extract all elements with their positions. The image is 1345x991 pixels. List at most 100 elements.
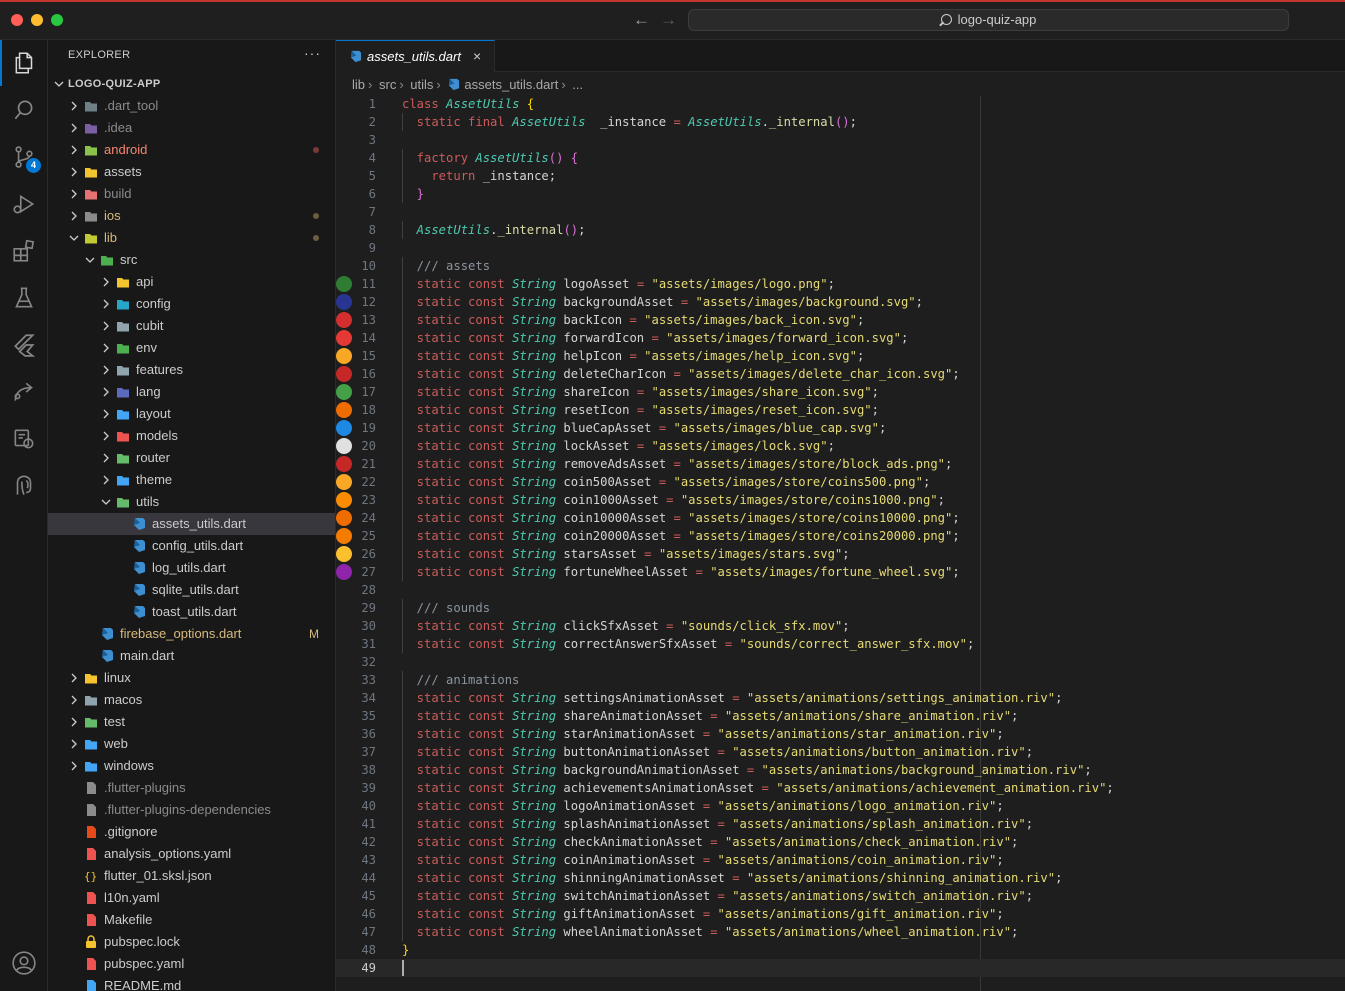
file-item[interactable]: pubspec.yaml [48,953,335,975]
folder-icon [85,674,97,684]
folder-item[interactable]: android [48,139,335,161]
line-number: 17 [361,385,376,399]
breadcrumb-file[interactable]: assets_utils.dart [464,77,558,92]
folder-icon [85,718,97,728]
folder-item[interactable]: env [48,337,335,359]
file-item[interactable]: pubspec.lock [48,931,335,953]
folder-item[interactable]: utils [48,491,335,513]
folder-item[interactable]: config [48,293,335,315]
file-item[interactable]: README.md [48,975,335,991]
chevron-right-icon [71,167,77,177]
testing-icon[interactable] [0,275,48,321]
file-item[interactable]: assets_utils.dart [48,513,335,535]
chevron-right-icon [103,453,109,463]
breadcrumb-symbol[interactable]: ... [572,77,583,92]
file-item[interactable]: log_utils.dart [48,557,335,579]
explorer-more-actions[interactable]: ··· [304,45,321,61]
command-center-search[interactable]: logo-quiz-app [688,9,1289,31]
zoom-window-button[interactable] [51,14,63,26]
file-item[interactable]: {} flutter_01.sksl.json [48,865,335,887]
source-control-icon[interactable]: 4 [0,134,48,180]
chevron-down-icon [101,499,111,505]
folder-item[interactable]: lang [48,381,335,403]
line-number: 33 [361,673,376,687]
folder-item[interactable]: layout [48,403,335,425]
folder-item[interactable]: test [48,711,335,733]
folder-item[interactable]: lib [48,227,335,249]
title-bar-accent-line [0,0,1345,2]
folder-item[interactable]: build [48,183,335,205]
folder-item[interactable]: windows [48,755,335,777]
item-label: cubit [136,318,164,333]
close-tab-icon[interactable]: × [473,48,481,64]
code-line: 30 static const String clickSfxAsset = "… [336,617,1345,635]
folder-item[interactable]: linux [48,667,335,689]
flutter-icon[interactable] [0,322,48,368]
chevron-right-icon [103,321,109,331]
code-text: static const String logoAnimationAsset =… [402,799,1004,813]
folder-item[interactable]: api [48,271,335,293]
chevron-right-icon [103,475,109,485]
breadcrumb-src[interactable]: src [379,77,396,92]
folder-icon [117,410,129,420]
item-label: theme [136,472,173,487]
explorer-icon[interactable] [0,40,48,86]
folder-item[interactable]: .dart_tool [48,95,335,117]
back-arrow-icon[interactable]: ← [633,10,650,30]
postgres-icon[interactable] [0,463,48,509]
file-item[interactable]: l10n.yaml [48,887,335,909]
code-line: 20 static const String lockAsset = "asse… [336,437,1345,455]
file-item[interactable]: .flutter-plugins [48,777,335,799]
tab-assets-utils[interactable]: assets_utils.dart × [336,40,495,72]
close-window-button[interactable] [11,14,23,26]
json-file-icon: {} [84,870,97,883]
file-item[interactable]: config_utils.dart [48,535,335,557]
search-icon [940,14,952,25]
file-item[interactable]: toast_utils.dart [48,601,335,623]
git-status-dot [313,213,319,219]
item-label: analysis_options.yaml [104,846,232,861]
forward-arrow-icon[interactable]: → [660,10,677,30]
line-number: 35 [361,709,376,723]
folder-item[interactable]: web [48,733,335,755]
line-number: 23 [361,493,376,507]
file-icon [87,848,96,860]
file-item[interactable]: .flutter-plugins-dependencies [48,799,335,821]
folder-item[interactable]: features [48,359,335,381]
asset-preview-icon [336,438,352,454]
account-icon[interactable] [0,940,48,986]
folder-item[interactable]: cubit [48,315,335,337]
code-line: 33 /// animations [336,671,1345,689]
folder-item[interactable]: .idea [48,117,335,139]
folder-item[interactable]: models [48,425,335,447]
folder-item[interactable]: src [48,249,335,271]
remote-icon[interactable] [0,369,48,415]
chevron-right-icon [103,299,109,309]
folder-item[interactable]: router [48,447,335,469]
file-item[interactable]: main.dart [48,645,335,667]
minimize-window-button[interactable] [31,14,43,26]
settings-sync-icon[interactable] [0,416,48,462]
file-item[interactable]: sqlite_utils.dart [48,579,335,601]
file-item[interactable]: firebase_options.dart M [48,623,335,645]
folder-item[interactable]: macos [48,689,335,711]
search-icon[interactable] [0,87,48,133]
breadcrumb-lib[interactable]: lib [352,77,365,92]
workspace-root[interactable]: LOGO-QUIZ-APP [48,75,335,95]
folder-icon [117,366,129,376]
line-number: 49 [361,961,376,975]
code-line: 13 static const String backIcon = "asset… [336,311,1345,329]
file-item[interactable]: Makefile [48,909,335,931]
file-item[interactable]: .gitignore [48,821,335,843]
folder-item[interactable]: theme [48,469,335,491]
folder-item[interactable]: ios [48,205,335,227]
code-line: 44 static const String shinningAnimation… [336,869,1345,887]
file-item[interactable]: analysis_options.yaml [48,843,335,865]
folder-item[interactable]: assets [48,161,335,183]
item-label: .flutter-plugins [104,780,186,795]
extensions-icon[interactable] [0,228,48,274]
run-debug-icon[interactable] [0,181,48,227]
code-line: 37 static const String buttonAnimationAs… [336,743,1345,761]
breadcrumb-utils[interactable]: utils [410,77,433,92]
chevron-down-icon [69,235,79,241]
